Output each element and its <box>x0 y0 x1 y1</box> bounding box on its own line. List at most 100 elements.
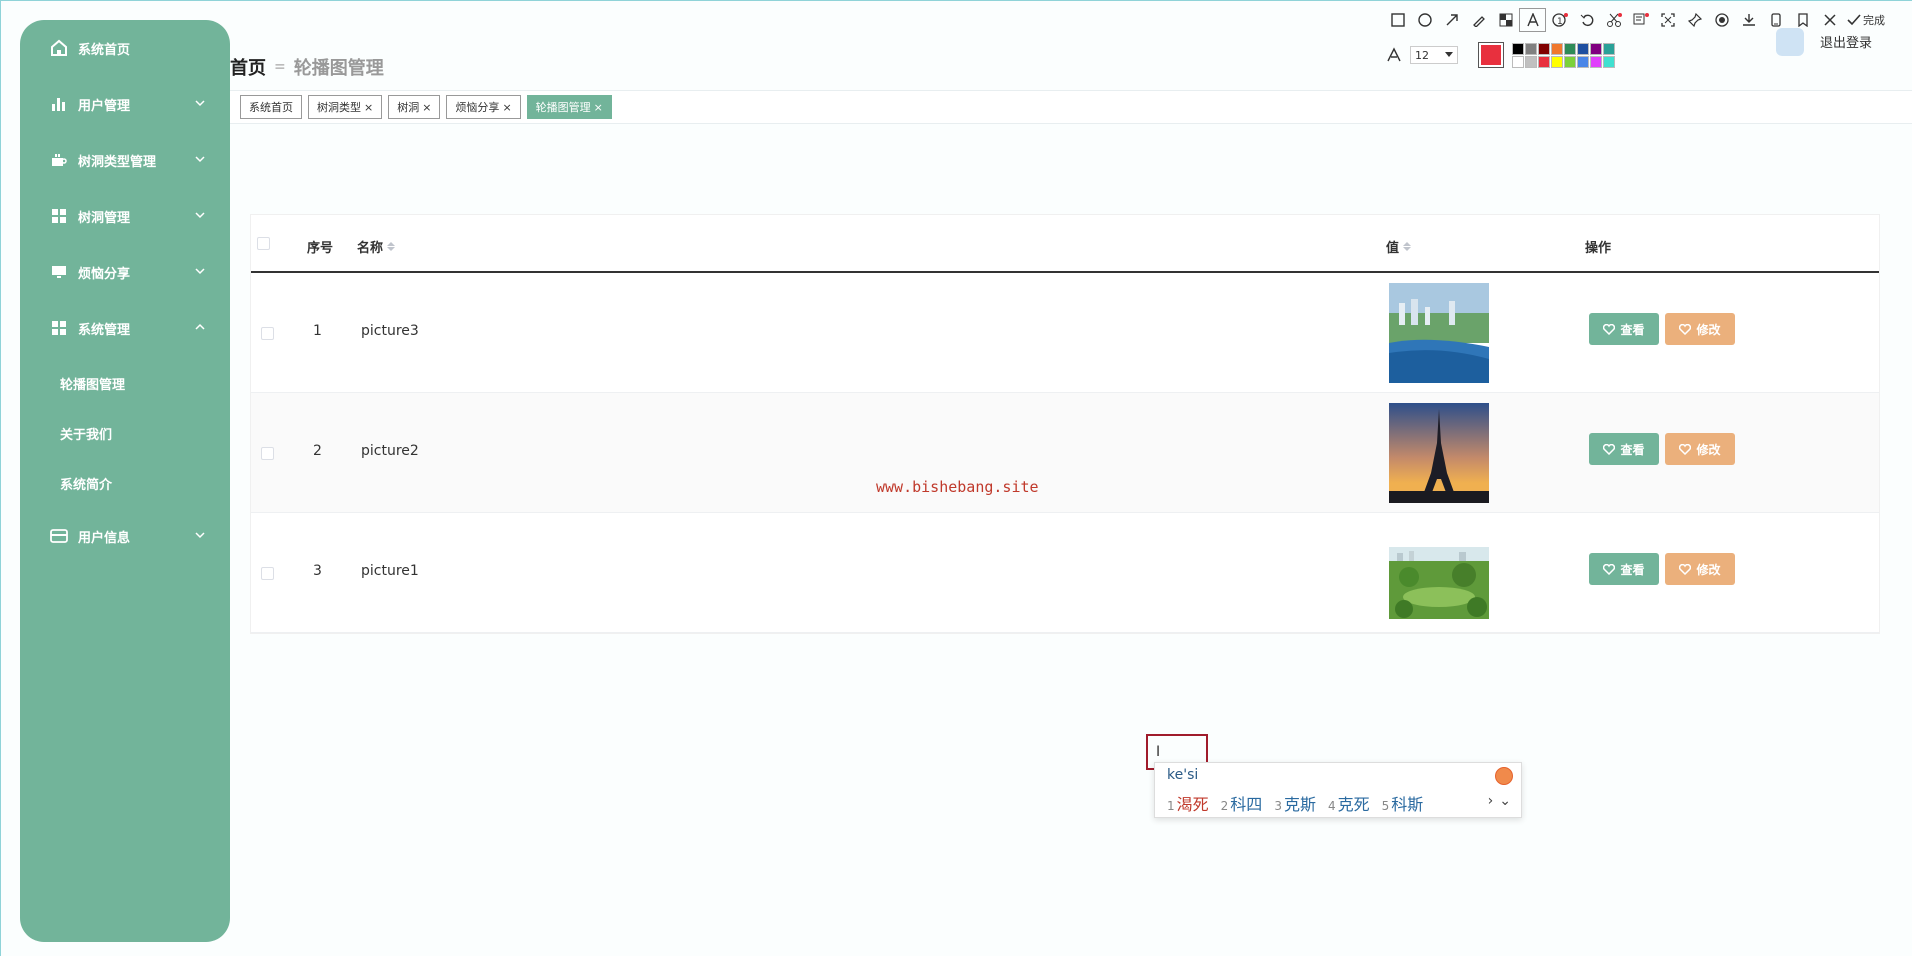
row-name: picture1 <box>361 563 419 579</box>
color-swatch[interactable] <box>1538 55 1550 68</box>
color-swatch[interactable] <box>1564 55 1576 68</box>
sidebar-item-label: 烦恼分享 <box>78 266 131 282</box>
column-header-index: 序号 <box>307 241 334 256</box>
column-header-label: 值 <box>1386 241 1400 256</box>
ime-candidate[interactable]: 1 渴死 <box>1167 791 1209 815</box>
ime-candidate[interactable]: 3 克斯 <box>1274 791 1316 815</box>
color-swatch[interactable] <box>1538 42 1550 55</box>
expand-icon[interactable]: ⌄ <box>1499 793 1511 809</box>
ime-composition: ke'si <box>1167 767 1199 783</box>
edit-button[interactable]: 修改 <box>1665 433 1735 465</box>
column-header-name[interactable]: 名称 <box>357 237 396 256</box>
done-label: 完成 <box>1863 14 1885 27</box>
tab-home[interactable]: 系统首页 <box>240 95 302 119</box>
sidebar-subitem-about[interactable]: 关于我们 <box>60 424 112 443</box>
row-checkbox[interactable] <box>261 447 274 460</box>
view-button[interactable]: 查看 <box>1589 433 1659 465</box>
ocr-icon[interactable] <box>1627 8 1654 32</box>
color-swatch[interactable] <box>1590 42 1602 55</box>
select-all-checkbox[interactable] <box>257 237 270 250</box>
color-swatch[interactable] <box>1603 55 1615 68</box>
ime-logo-icon[interactable] <box>1495 767 1513 785</box>
number-marker-tool-icon[interactable]: 1 <box>1546 8 1573 32</box>
tabs: 系统首页 树洞类型 × 树洞 × 烦恼分享 × 轮播图管理 × <box>240 95 612 119</box>
mosaic-tool-icon[interactable] <box>1492 8 1519 32</box>
record-icon[interactable] <box>1708 8 1735 32</box>
sidebar-item-label: 树洞管理 <box>78 210 131 226</box>
color-swatch[interactable] <box>1564 42 1576 55</box>
rectangle-tool-icon[interactable] <box>1384 8 1411 32</box>
row-image[interactable] <box>1389 403 1489 503</box>
sort-icon[interactable] <box>387 242 396 251</box>
color-swatch[interactable] <box>1525 55 1537 68</box>
phone-icon[interactable] <box>1762 8 1789 32</box>
color-swatch[interactable] <box>1525 42 1537 55</box>
tab-treehole-type[interactable]: 树洞类型 × <box>308 95 383 119</box>
tab-close-icon[interactable]: × <box>364 101 373 114</box>
breadcrumb-separator: = <box>274 59 286 75</box>
sort-icon[interactable] <box>1403 242 1412 251</box>
edit-button[interactable]: 修改 <box>1665 553 1735 585</box>
logout-link[interactable]: 退出登录 <box>1820 32 1872 51</box>
row-checkbox[interactable] <box>261 567 274 580</box>
done-button[interactable]: 完成 <box>1847 12 1885 28</box>
pin-icon[interactable] <box>1681 8 1708 32</box>
sidebar-item-userinfo[interactable]: 用户信息 <box>20 514 230 558</box>
sidebar-item-share[interactable]: 烦恼分享 <box>20 250 230 294</box>
scissors-icon[interactable] <box>1600 8 1627 32</box>
ime-candidate[interactable]: 5 科斯 <box>1382 791 1424 815</box>
screenshot-text-options: 12 <box>1386 42 1615 68</box>
sidebar-item-treehole[interactable]: 树洞管理 <box>20 194 230 238</box>
tab-treehole[interactable]: 树洞 × <box>388 95 441 119</box>
ime-candidate[interactable]: 2 科四 <box>1221 791 1263 815</box>
tab-close-icon[interactable]: × <box>422 101 431 114</box>
color-swatch[interactable] <box>1577 55 1589 68</box>
text-tool-icon[interactable] <box>1519 8 1546 32</box>
edit-button[interactable]: 修改 <box>1665 313 1735 345</box>
ime-candidate[interactable]: 4 克死 <box>1328 791 1370 815</box>
color-swatch[interactable] <box>1551 42 1563 55</box>
svg-text:1: 1 <box>1557 17 1563 27</box>
sidebar-subitem-intro[interactable]: 系统简介 <box>60 474 112 493</box>
arrow-tool-icon[interactable] <box>1438 8 1465 32</box>
tab-close-icon[interactable]: × <box>594 101 603 114</box>
color-swatch[interactable] <box>1512 42 1524 55</box>
color-swatch[interactable] <box>1577 42 1589 55</box>
font-size-select[interactable]: 12 <box>1410 46 1458 64</box>
download-icon[interactable] <box>1735 8 1762 32</box>
tab-carousel[interactable]: 轮播图管理 × <box>526 95 612 119</box>
color-swatch[interactable] <box>1590 55 1602 68</box>
color-swatch[interactable] <box>1512 55 1524 68</box>
view-button[interactable]: 查看 <box>1589 313 1659 345</box>
tab-share[interactable]: 烦恼分享 × <box>446 95 521 119</box>
row-checkbox[interactable] <box>261 327 274 340</box>
view-button[interactable]: 查看 <box>1589 553 1659 585</box>
tab-close-icon[interactable]: × <box>502 101 511 114</box>
sidebar-item-home[interactable]: 系统首页 <box>20 26 230 70</box>
ime-candidate-window: ke'si 1 渴死 2 科四 3 克斯 4 克死 5 科斯 › ⌄ <box>1154 762 1522 818</box>
sidebar-subitem-carousel[interactable]: 轮播图管理 <box>60 374 125 393</box>
color-swatch[interactable] <box>1603 42 1615 55</box>
next-page-icon[interactable]: › <box>1488 793 1494 809</box>
sidebar-item-label: 树洞类型管理 <box>78 154 157 170</box>
sidebar-item-treehole-type[interactable]: 树洞类型管理 <box>20 138 230 182</box>
ellipse-tool-icon[interactable] <box>1411 8 1438 32</box>
row-name: picture2 <box>361 443 419 459</box>
color-swatch[interactable] <box>1551 55 1563 68</box>
chevron-down-icon <box>195 532 205 539</box>
close-icon[interactable] <box>1816 8 1843 32</box>
column-header-value[interactable]: 值 <box>1386 237 1412 256</box>
carousel-table: 序号 名称 值 操作 1 picture3 查看 修改 2 picture2 查… <box>250 214 1880 634</box>
undo-icon[interactable] <box>1573 8 1600 32</box>
pen-tool-icon[interactable] <box>1465 8 1492 32</box>
row-image[interactable] <box>1389 547 1489 619</box>
bookmark-icon[interactable] <box>1789 8 1816 32</box>
breadcrumb-home[interactable]: 首页 <box>230 54 266 80</box>
sidebar-item-users[interactable]: 用户管理 <box>20 82 230 126</box>
row-image[interactable] <box>1389 283 1489 383</box>
sidebar-item-system[interactable]: 系统管理 <box>20 306 230 350</box>
current-color-swatch[interactable] <box>1478 42 1504 68</box>
table-row: 3 picture1 查看 修改 <box>251 513 1879 633</box>
chevron-down-icon <box>195 268 205 275</box>
translate-icon[interactable] <box>1654 8 1681 32</box>
